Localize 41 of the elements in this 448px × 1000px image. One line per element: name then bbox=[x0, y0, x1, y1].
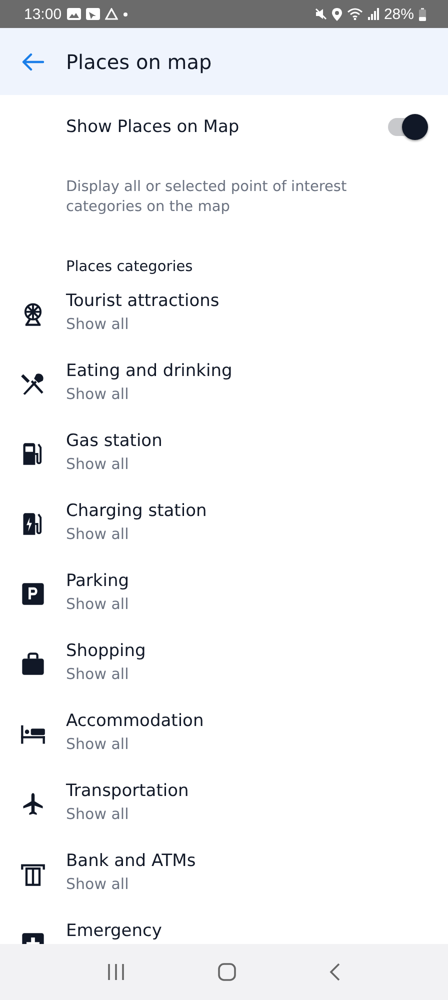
toggle-label: Show Places on Map bbox=[66, 117, 240, 137]
bag-icon bbox=[20, 651, 46, 677]
rounded-square-icon bbox=[216, 962, 237, 982]
category-subtitle: Show all bbox=[66, 384, 130, 404]
section-heading: Places categories bbox=[66, 259, 194, 275]
dot-icon bbox=[122, 12, 128, 16]
battery-icon bbox=[419, 8, 426, 20]
category-title[interactable]: Accommodation bbox=[66, 709, 204, 733]
category-title[interactable]: Bank and ATMs bbox=[66, 849, 196, 873]
battery-percent: 28% bbox=[384, 6, 414, 22]
category-title[interactable]: Parking bbox=[66, 569, 130, 593]
category-title[interactable]: Transportation bbox=[66, 779, 189, 803]
category-title[interactable]: Gas station bbox=[66, 429, 162, 453]
signal-icon bbox=[368, 8, 379, 20]
mute-icon bbox=[314, 8, 327, 20]
location-icon bbox=[332, 8, 342, 20]
status-time: 13:00 bbox=[24, 6, 62, 22]
back-arrow-icon bbox=[22, 52, 44, 70]
category-subtitle: Show all bbox=[66, 594, 130, 614]
category-subtitle: Show all bbox=[66, 524, 130, 544]
category-title[interactable]: Eating and drinking bbox=[66, 359, 232, 383]
image-icon bbox=[66, 8, 81, 20]
category-title[interactable]: Charging station bbox=[66, 499, 207, 523]
category-title[interactable]: Emergency bbox=[66, 919, 162, 943]
cast-icon bbox=[86, 8, 100, 20]
category-subtitle: Show all bbox=[66, 454, 130, 474]
category-subtitle: Show all bbox=[66, 874, 130, 894]
triangle-icon bbox=[104, 8, 118, 20]
category-subtitle: Show all bbox=[66, 804, 130, 824]
category-title[interactable]: Shopping bbox=[66, 639, 146, 663]
fork-knife-icon bbox=[20, 371, 46, 397]
parking-icon bbox=[20, 581, 46, 607]
category-subtitle: Show all bbox=[66, 664, 130, 684]
page-title: Places on map bbox=[66, 50, 212, 74]
category-title[interactable]: Tourist attractions bbox=[66, 289, 220, 313]
category-subtitle: Show all bbox=[66, 314, 130, 334]
three-lines-icon bbox=[106, 963, 126, 981]
category-subtitle: Show all bbox=[66, 734, 130, 754]
wifi-icon bbox=[346, 8, 363, 20]
description-text: Display all or selected point of interest categories on the map bbox=[66, 178, 348, 217]
chevron-left-icon bbox=[328, 962, 342, 982]
